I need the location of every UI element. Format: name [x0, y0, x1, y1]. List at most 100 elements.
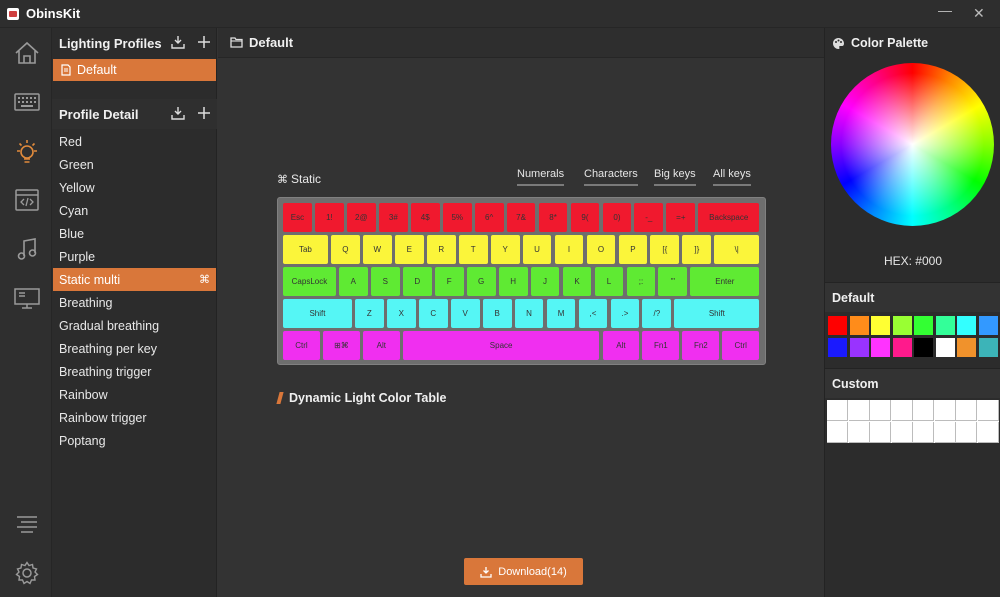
key[interactable]: 5% [442, 203, 472, 232]
color-swatch[interactable] [977, 400, 999, 421]
key[interactable]: N [514, 299, 544, 328]
key[interactable]: 7& [506, 203, 536, 232]
key[interactable]: R [426, 235, 456, 264]
detail-item[interactable]: Poptang [53, 429, 216, 452]
key[interactable]: 4$ [410, 203, 440, 232]
key[interactable]: 2@ [346, 203, 376, 232]
key[interactable]: \| [714, 235, 760, 264]
key[interactable]: Shift [674, 299, 760, 328]
detail-item[interactable]: Green [53, 153, 216, 176]
detail-item[interactable]: Blue [53, 222, 216, 245]
key[interactable]: S [370, 267, 400, 296]
detail-item[interactable]: Rainbow trigger [53, 406, 216, 429]
color-swatch[interactable] [848, 400, 870, 421]
keyboard-icon[interactable] [14, 89, 40, 115]
key[interactable]: Ctrl [722, 331, 760, 360]
key[interactable]: W [362, 235, 392, 264]
key[interactable]: V [450, 299, 480, 328]
color-swatch[interactable] [870, 421, 891, 443]
tab-big-keys[interactable]: Big keys [654, 168, 696, 186]
color-swatch[interactable] [956, 421, 977, 443]
color-swatch[interactable] [913, 336, 934, 358]
detail-item[interactable]: Purple [53, 245, 216, 268]
key[interactable]: ]} [682, 235, 712, 264]
key[interactable]: L [594, 267, 624, 296]
tab-characters[interactable]: Characters [584, 168, 638, 186]
key[interactable]: Space [402, 331, 600, 360]
key[interactable]: I [554, 235, 584, 264]
key[interactable]: 8* [538, 203, 568, 232]
color-swatch[interactable] [956, 336, 977, 358]
music-icon[interactable] [14, 236, 40, 262]
key[interactable]: Y [490, 235, 520, 264]
key[interactable]: A [338, 267, 368, 296]
color-swatch[interactable] [870, 400, 891, 421]
detail-item[interactable]: Cyan [53, 199, 216, 222]
key[interactable]: Tab [283, 235, 328, 264]
color-swatch[interactable] [934, 336, 956, 358]
key[interactable]: C [418, 299, 448, 328]
lighting-icon[interactable] [14, 138, 40, 164]
detail-item[interactable]: Breathing trigger [53, 360, 216, 383]
key[interactable]: P [618, 235, 648, 264]
settings-gear-icon[interactable] [14, 560, 40, 586]
color-swatch[interactable] [934, 315, 956, 336]
key[interactable]: Alt [362, 331, 400, 360]
tab-all-keys[interactable]: All keys [713, 168, 751, 186]
color-swatch[interactable] [870, 315, 891, 336]
import-detail-icon[interactable] [171, 106, 185, 120]
detail-item[interactable]: Yellow [53, 176, 216, 199]
minimize-button[interactable]: — [938, 3, 952, 17]
import-profile-icon[interactable] [171, 35, 185, 49]
monitor-icon[interactable] [14, 285, 40, 311]
key[interactable]: ;: [626, 267, 656, 296]
detail-item[interactable]: Breathing per key [53, 337, 216, 360]
color-swatch[interactable] [891, 315, 913, 336]
color-swatch[interactable] [827, 400, 848, 421]
color-swatch[interactable] [934, 421, 956, 443]
key[interactable]: Fn1 [642, 331, 680, 360]
color-swatch[interactable] [848, 315, 870, 336]
color-swatch[interactable] [827, 315, 848, 336]
key[interactable]: D [402, 267, 432, 296]
add-profile-icon[interactable] [197, 35, 211, 49]
key[interactable]: M [546, 299, 576, 328]
key[interactable]: Shift [283, 299, 352, 328]
key[interactable]: [{ [650, 235, 680, 264]
key[interactable]: H [498, 267, 528, 296]
key[interactable]: F [434, 267, 464, 296]
key[interactable]: G [466, 267, 496, 296]
detail-item[interactable]: Breathing [53, 291, 216, 314]
key[interactable]: Ctrl [283, 331, 320, 360]
color-swatch[interactable] [934, 400, 956, 421]
color-swatch[interactable] [913, 421, 934, 443]
key[interactable]: B [482, 299, 512, 328]
color-swatch[interactable] [891, 336, 913, 358]
key[interactable]: /? [642, 299, 672, 328]
detail-item[interactable]: Gradual breathing [53, 314, 216, 337]
color-swatch[interactable] [913, 315, 934, 336]
key[interactable]: E [394, 235, 424, 264]
color-swatch[interactable] [977, 315, 999, 336]
key[interactable]: Q [330, 235, 360, 264]
key[interactable]: =+ [666, 203, 696, 232]
color-swatch[interactable] [891, 400, 913, 421]
key[interactable]: Fn2 [682, 331, 720, 360]
key[interactable]: U [522, 235, 552, 264]
color-swatch[interactable] [956, 315, 977, 336]
key[interactable]: CapsLock [283, 267, 336, 296]
key[interactable]: X [386, 299, 416, 328]
menu-lines-icon[interactable] [14, 511, 40, 537]
color-swatch[interactable] [891, 421, 913, 443]
key[interactable]: -_ [634, 203, 664, 232]
color-swatch[interactable] [870, 336, 891, 358]
key[interactable]: .> [610, 299, 640, 328]
key[interactable]: ,< [578, 299, 608, 328]
tab-numerals[interactable]: Numerals [517, 168, 565, 186]
key[interactable]: 0) [602, 203, 632, 232]
key[interactable]: Esc [283, 203, 312, 232]
color-swatch[interactable] [827, 336, 848, 358]
home-icon[interactable] [14, 40, 40, 66]
key[interactable]: 3# [378, 203, 408, 232]
color-swatch[interactable] [977, 421, 999, 443]
